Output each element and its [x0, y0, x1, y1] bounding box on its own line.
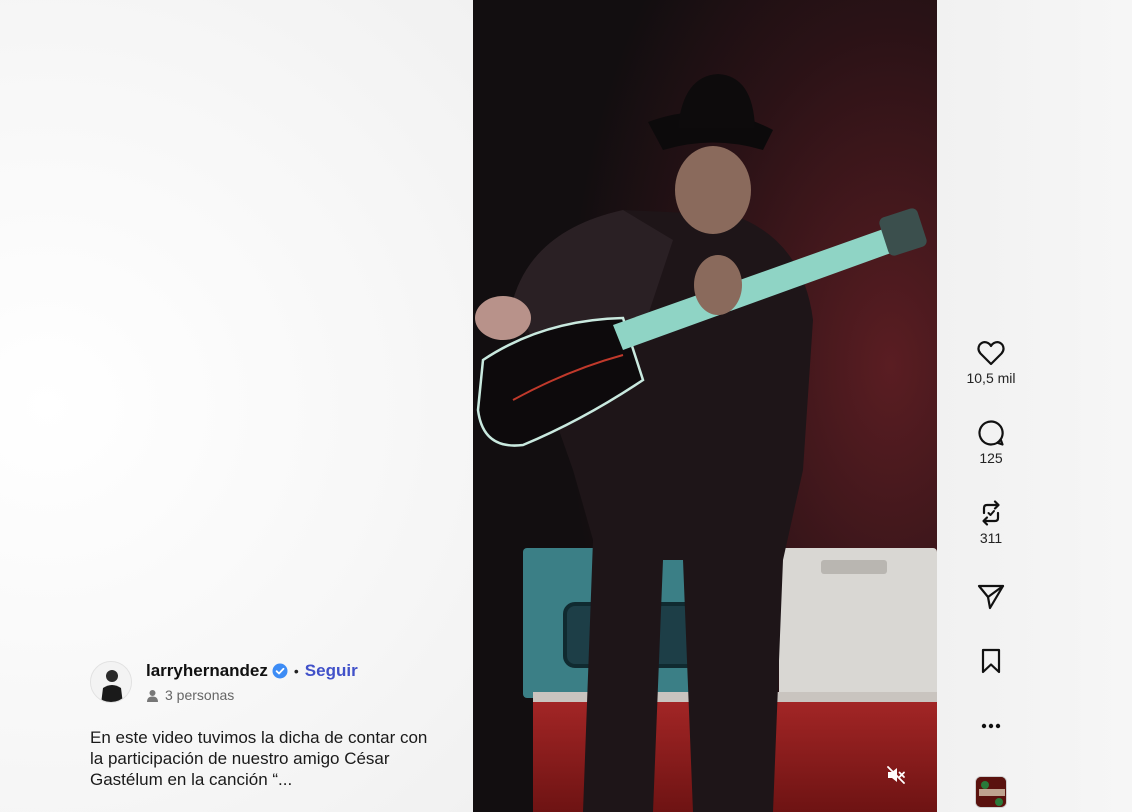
mute-button[interactable]: [881, 760, 911, 790]
post-caption[interactable]: En este video tuvimos la dicha de contar…: [90, 727, 442, 790]
author-username[interactable]: larryhernandez: [146, 661, 268, 681]
repost-icon: [982, 500, 1000, 526]
repost-button[interactable]: 311: [950, 498, 1032, 546]
like-button[interactable]: 10,5 mil: [950, 338, 1032, 386]
separator-dot: •: [293, 663, 299, 679]
person-icon: [147, 689, 158, 702]
reposts-count: 311: [979, 530, 1003, 546]
video-player[interactable]: [473, 0, 937, 812]
comment-button[interactable]: 125: [950, 418, 1032, 466]
muted-speaker-icon: [887, 766, 905, 784]
more-options-icon: [981, 723, 1001, 729]
video-frame: [473, 0, 937, 812]
bookmark-icon: [981, 648, 1001, 674]
comment-bubble-icon: [978, 420, 1004, 446]
author-avatar[interactable]: [90, 661, 132, 703]
comments-count: 125: [979, 450, 1003, 466]
save-button[interactable]: [950, 646, 1032, 676]
album-art-image: [976, 777, 1006, 807]
more-options-button[interactable]: [950, 711, 1032, 741]
heart-icon: [977, 341, 1005, 366]
collaborators-label: 3 personas: [165, 687, 235, 703]
verified-badge-icon: [272, 663, 288, 679]
follow-button[interactable]: Seguir: [305, 661, 358, 681]
post-author: larryhernandez • Seguir 3 personas: [90, 659, 450, 707]
audio-thumbnail[interactable]: [975, 776, 1007, 808]
likes-count: 10,5 mil: [966, 370, 1016, 386]
send-icon: [977, 584, 1005, 610]
share-button[interactable]: [950, 581, 1032, 611]
page-background-right: [937, 0, 1132, 812]
collaborators-link[interactable]: 3 personas: [146, 687, 234, 703]
